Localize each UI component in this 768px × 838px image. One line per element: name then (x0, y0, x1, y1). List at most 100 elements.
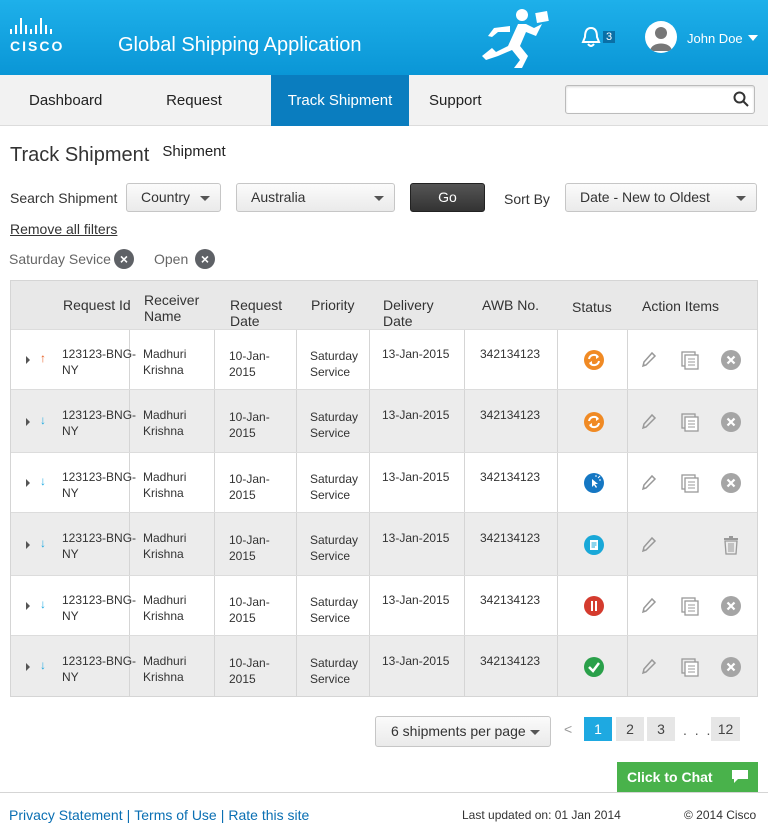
priority-cell: Saturday Service (310, 410, 359, 440)
filter-chip-label: Saturday Sevice (9, 251, 111, 267)
go-button[interactable]: Go (410, 183, 485, 212)
column-divider (296, 513, 297, 576)
click-to-chat-button[interactable]: Click to Chat (617, 762, 758, 792)
column-header-status: Status (572, 299, 612, 315)
privacy-statement-link[interactable]: Privacy Statement (9, 807, 123, 823)
delivery-date-cell: 13-Jan-2015 (382, 531, 450, 545)
column-divider (627, 330, 628, 390)
delivery-date-cell: 13-Jan-2015 (382, 408, 450, 422)
terms-of-use-link[interactable]: Terms of Use (134, 807, 216, 823)
column-header-delivery-date[interactable]: Delivery Date (383, 297, 453, 329)
table-row[interactable]: ↓ 123123-BNG-NY Madhuri Krishna 10-Jan-2015… (11, 389, 757, 453)
search-input[interactable] (565, 85, 755, 114)
status-picked-up-icon (583, 472, 605, 494)
edit-pencil-icon[interactable] (638, 535, 658, 555)
column-header-receiver-name[interactable]: Receiver Name (144, 292, 214, 324)
last-page-button[interactable]: 12 (711, 717, 740, 741)
table-row[interactable]: ↓ 123123-BNG-NY Madhuri Krishna 10-Jan-2015… (11, 575, 757, 636)
search-field-dropdown[interactable]: Country (126, 183, 221, 212)
edit-pencil-icon[interactable] (638, 473, 658, 493)
table-row[interactable]: ↓ 123123-BNG-NY Madhuri Krishna 10-Jan-2015… (11, 512, 757, 576)
per-page-dropdown[interactable]: 6 shipments per page (375, 716, 551, 747)
country-dropdown[interactable]: Australia (236, 183, 395, 212)
user-menu-chevron-icon[interactable] (748, 35, 758, 41)
expand-row-caret-icon[interactable] (26, 541, 30, 549)
page-2-button[interactable]: 2 (616, 717, 644, 741)
delete-trash-icon[interactable] (721, 535, 741, 555)
expand-row-caret-icon[interactable] (26, 663, 30, 671)
search-icon[interactable] (733, 91, 749, 107)
column-divider (214, 390, 215, 453)
main-nav: Dashboard Request Shipment Track Shipmen… (0, 75, 768, 160)
table-row[interactable]: ↑ 123123-BNG-NY Madhuri Krishna 10-Jan-2015… (11, 329, 757, 390)
cancel-close-icon[interactable] (721, 412, 741, 432)
remove-filter-close-icon[interactable]: × (114, 249, 134, 269)
edit-pencil-icon[interactable] (638, 350, 658, 370)
remove-filter-close-icon[interactable]: × (195, 249, 215, 269)
column-header-request-id[interactable]: Request Id (63, 297, 133, 313)
expand-row-caret-icon[interactable] (26, 602, 30, 610)
page-3-button[interactable]: 3 (647, 717, 675, 741)
table-row[interactable]: ↓ 123123-BNG-NY Madhuri Krishna 10-Jan-2015… (11, 635, 757, 697)
notification-bell-icon[interactable] (580, 25, 602, 49)
expand-row-caret-icon[interactable] (26, 418, 30, 426)
priority-down-arrow-icon: ↓ (40, 597, 46, 611)
expand-row-caret-icon[interactable] (26, 479, 30, 487)
column-divider (557, 636, 558, 697)
edit-pencil-icon[interactable] (638, 412, 658, 432)
user-avatar[interactable] (645, 21, 677, 53)
column-divider (627, 576, 628, 636)
rate-this-site-link[interactable]: Rate this site (228, 807, 309, 823)
request-date-cell: 10-Jan-2015 (229, 472, 270, 502)
column-divider (557, 453, 558, 513)
cancel-close-icon[interactable] (721, 657, 741, 677)
column-header-request-date[interactable]: Request Date (230, 297, 300, 329)
request-date-cell: 10-Jan-2015 (229, 410, 270, 440)
copy-document-icon[interactable] (680, 412, 700, 432)
edit-pencil-icon[interactable] (638, 596, 658, 616)
country-dropdown-value: Australia (251, 189, 306, 205)
column-header-awb-no[interactable]: AWB No. (482, 297, 562, 313)
previous-page-chevron-icon[interactable]: < (564, 721, 572, 737)
receiver-name-cell: Madhuri Krishna (143, 593, 187, 623)
request-date-cell: 10-Jan-2015 (229, 656, 270, 686)
priority-up-arrow-icon: ↑ (40, 351, 46, 365)
awb-number-cell: 342134123 (480, 408, 541, 422)
user-silhouette-icon (650, 27, 672, 51)
request-id-cell: 123123-BNG-NY (62, 531, 137, 561)
column-divider (557, 576, 558, 636)
cisco-logo[interactable]: CISCO (10, 18, 70, 56)
column-divider (464, 513, 465, 576)
nav-request-shipment[interactable]: Request Shipment (120, 75, 268, 160)
receiver-name-cell: Madhuri Krishna (143, 531, 187, 561)
priority-down-arrow-icon: ↓ (40, 474, 46, 488)
delivery-date-cell: 13-Jan-2015 (382, 654, 450, 668)
receiver-name-cell: Madhuri Krishna (143, 408, 187, 438)
priority-cell: Saturday Service (310, 656, 359, 686)
edit-pencil-icon[interactable] (638, 657, 658, 677)
remove-all-filters-link[interactable]: Remove all filters (10, 221, 117, 237)
column-divider (464, 330, 465, 390)
priority-cell: Saturday Service (310, 595, 359, 625)
column-header-priority[interactable]: Priority (311, 297, 381, 313)
page-1-button[interactable]: 1 (584, 717, 612, 741)
expand-row-caret-icon[interactable] (26, 356, 30, 364)
cancel-close-icon[interactable] (721, 473, 741, 493)
cancel-close-icon[interactable] (721, 350, 741, 370)
cancel-close-icon[interactable] (721, 596, 741, 616)
nav-dashboard[interactable]: Dashboard (13, 75, 113, 126)
table-row[interactable]: ↓ 123123-BNG-NY Madhuri Krishna 10-Jan-2015… (11, 452, 757, 513)
nav-support[interactable]: Support (413, 75, 495, 126)
copy-document-icon[interactable] (680, 657, 700, 677)
user-name[interactable]: John Doe (687, 31, 743, 46)
page-title: Track Shipment (10, 144, 150, 166)
copy-document-icon[interactable] (680, 473, 700, 493)
copy-document-icon[interactable] (680, 596, 700, 616)
copy-document-icon[interactable] (680, 350, 700, 370)
column-divider (557, 513, 558, 576)
column-divider (214, 330, 215, 390)
sort-dropdown[interactable]: Date - New to Oldest (565, 183, 757, 212)
nav-track-shipment[interactable]: Track Shipment (271, 75, 409, 126)
column-divider (296, 453, 297, 513)
column-divider (296, 576, 297, 636)
